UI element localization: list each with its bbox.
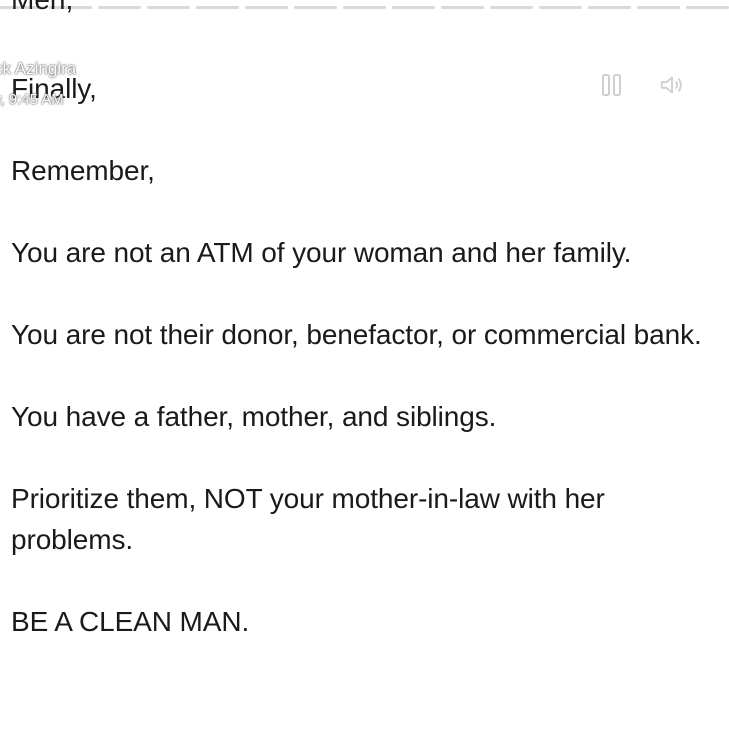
progress-segment	[196, 6, 239, 9]
post-paragraph: BE A CLEAN MAN.	[11, 606, 250, 637]
post-content: Finally, Remember, You are not an ATM of…	[11, 68, 717, 683]
volume-button[interactable]	[659, 72, 685, 98]
clipped-text-line: Men,	[11, 0, 73, 16]
story-timestamp: y, 9:45 AM	[0, 91, 64, 108]
progress-segment	[686, 6, 729, 9]
post-paragraph: Prioritize them, NOT your mother-in-law …	[11, 483, 605, 555]
progress-segment	[147, 6, 190, 9]
post-paragraph: You are not an ATM of your woman and her…	[11, 237, 632, 268]
pause-button[interactable]	[599, 72, 625, 98]
progress-segment	[245, 6, 288, 9]
progress-segment	[490, 6, 533, 9]
story-progress-bar	[0, 6, 729, 10]
progress-segment	[588, 6, 631, 9]
volume-icon	[660, 76, 682, 94]
story-author-name[interactable]: ck Azingira	[0, 60, 76, 77]
progress-segment	[343, 6, 386, 9]
progress-segment	[637, 6, 680, 9]
post-paragraph: Remember,	[11, 155, 155, 186]
post-paragraph: You have a father, mother, and siblings.	[11, 401, 497, 432]
progress-segment	[539, 6, 582, 9]
progress-segment	[294, 6, 337, 9]
pause-icon	[602, 74, 621, 96]
progress-segment	[392, 6, 435, 9]
progress-segment	[98, 6, 141, 9]
post-paragraph: You are not their donor, benefactor, or …	[11, 319, 702, 350]
progress-segment	[441, 6, 484, 9]
story-controls	[599, 72, 685, 98]
